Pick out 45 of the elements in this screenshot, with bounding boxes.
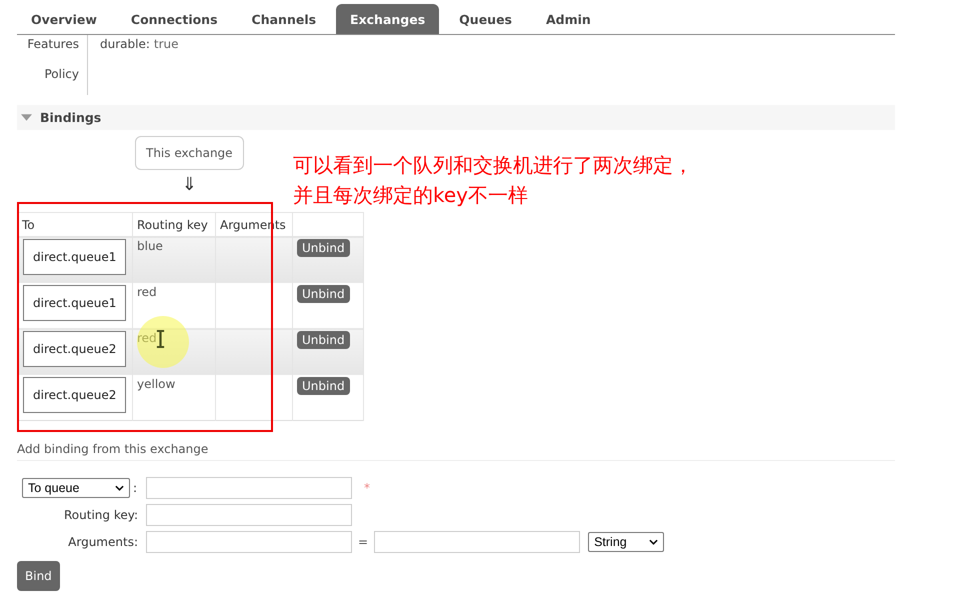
nav-tab[interactable]: Exchanges — [336, 4, 440, 34]
unbind-button[interactable]: Unbind — [297, 331, 350, 349]
feature-key: durable: — [100, 37, 150, 65]
field-label: Arguments: — [68, 535, 138, 549]
input-field[interactable] — [146, 477, 352, 499]
required-mark: * — [364, 481, 370, 495]
detail-label: Policy — [17, 65, 88, 95]
feature-value: true — [154, 37, 179, 53]
type-select[interactable]: String — [588, 532, 664, 552]
unbind-button[interactable]: Unbind — [297, 377, 350, 395]
routing-key: red — [137, 331, 157, 345]
field-label: Routing key: — [64, 508, 138, 522]
destination-select[interactable]: To queue — [22, 478, 130, 498]
queue-link[interactable]: direct.queue1 — [23, 239, 126, 275]
colon-text: : — [133, 481, 138, 495]
detail-label: Features — [17, 35, 88, 65]
routing-key: blue — [137, 239, 163, 253]
queue-link[interactable]: direct.queue2 — [23, 377, 126, 413]
bind-button[interactable]: Bind — [17, 561, 60, 591]
queue-link[interactable]: direct.queue2 — [23, 331, 126, 367]
nav-tab[interactable]: Admin — [532, 4, 605, 34]
annotation-text: 并且每次绑定的key不一样 — [293, 182, 530, 209]
unbind-button[interactable]: Unbind — [297, 285, 350, 303]
cursor-highlight — [137, 316, 189, 368]
text-cursor-icon — [156, 330, 165, 348]
equals-text: = — [358, 535, 368, 549]
input-field[interactable] — [146, 504, 352, 526]
queue-link[interactable]: direct.queue1 — [23, 285, 126, 321]
chevron-icon — [115, 485, 124, 491]
nav-tab[interactable]: Connections — [116, 4, 232, 34]
input-field[interactable] — [146, 531, 352, 553]
section-header[interactable]: Bindings — [17, 105, 895, 130]
nav-tab[interactable]: Channels — [238, 4, 330, 34]
annotation-text: 可以看到一个队列和交换机进行了两次绑定， — [293, 152, 693, 179]
nav-tab[interactable]: Queues — [445, 4, 526, 34]
routing-key: red — [137, 285, 157, 299]
input-field[interactable] — [374, 531, 580, 553]
unbind-button[interactable]: Unbind — [297, 239, 350, 257]
arrow-text: ⇓ — [182, 174, 197, 195]
exchange-node: This exchange — [135, 136, 244, 170]
routing-key: yellow — [137, 377, 176, 391]
section-title: Add binding from this exchange — [17, 436, 895, 461]
nav-tab[interactable]: Overview — [17, 4, 111, 34]
chevron-icon — [649, 539, 658, 545]
column-header: To — [18, 212, 132, 236]
